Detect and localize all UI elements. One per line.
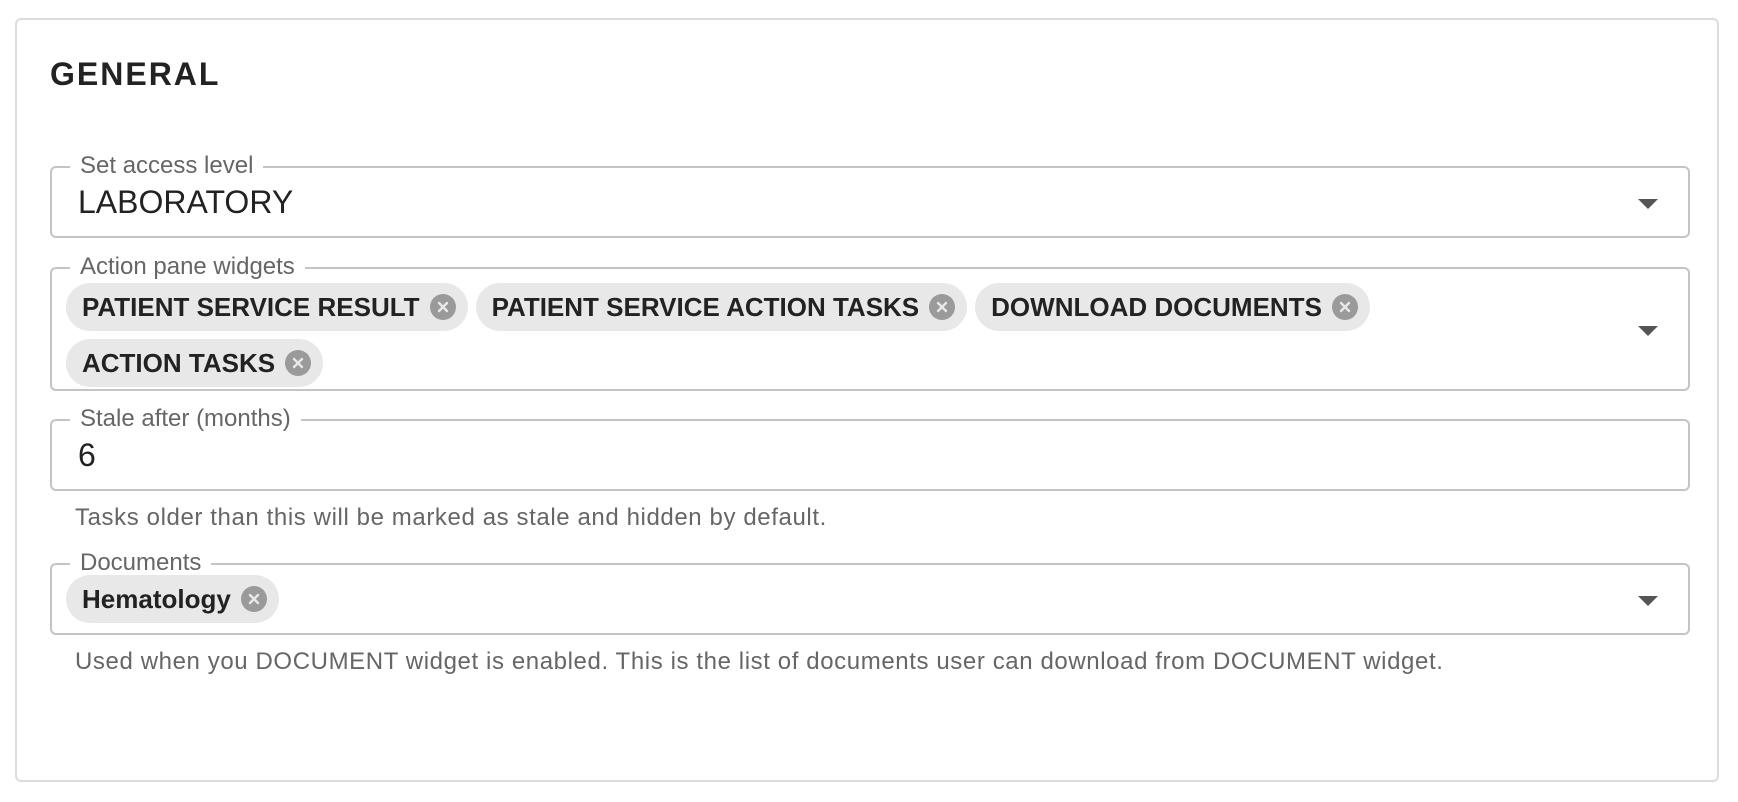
stale-after-helper-text: Tasks older than this will be marked as … [75,504,827,531]
chip-label: PATIENT SERVICE ACTION TASKS [491,291,920,322]
section-title: GENERAL [50,56,221,92]
stale-after-input[interactable]: Stale after (months) 6 [50,404,1690,491]
access-level-select[interactable]: Set access level LABORATORY [50,151,1690,238]
action-pane-widgets-label: Action pane widgets [70,252,305,282]
chip-label: ACTION TASKS [82,347,276,378]
access-level-label: Set access level [70,151,264,181]
chip-label: DOWNLOAD DOCUMENTS [991,291,1322,322]
cancel-circle-icon[interactable] [929,294,956,320]
chip-label: Hematology [82,583,231,614]
cancel-circle-icon[interactable] [429,294,456,320]
documents-helper-text: Used when you DOCUMENT widget is enabled… [75,648,1444,675]
cancel-circle-icon[interactable] [240,586,267,612]
stale-after-value[interactable]: 6 [78,435,96,475]
documents-label: Documents [70,548,212,578]
chip-action-tasks: ACTION TASKS [66,339,324,387]
cancel-circle-icon[interactable] [1331,294,1358,320]
chip-hematology: Hematology [66,575,279,623]
chip-download-documents: DOWNLOAD DOCUMENTS [975,283,1370,331]
chip-patient-service-action-tasks: PATIENT SERVICE ACTION TASKS [475,283,968,331]
cancel-circle-icon[interactable] [285,350,312,376]
chip-label: PATIENT SERVICE RESULT [82,291,420,322]
stale-after-label: Stale after (months) [70,404,301,434]
general-settings-panel: GENERAL Set access level LABORATORY Acti… [15,18,1719,782]
caret-down-icon[interactable] [1638,596,1658,606]
chip-patient-service-result: PATIENT SERVICE RESULT [66,283,468,331]
caret-down-icon[interactable] [1638,199,1658,209]
access-level-value: LABORATORY [78,184,294,220]
action-pane-chip-list: PATIENT SERVICE RESULT PATIENT SERVICE A… [66,283,1608,387]
documents-select[interactable]: Documents Hematology [50,548,1690,635]
documents-chip-list: Hematology [66,575,1608,623]
action-pane-widgets-select[interactable]: Action pane widgets PATIENT SERVICE RESU… [50,252,1690,391]
caret-down-icon[interactable] [1638,326,1658,336]
